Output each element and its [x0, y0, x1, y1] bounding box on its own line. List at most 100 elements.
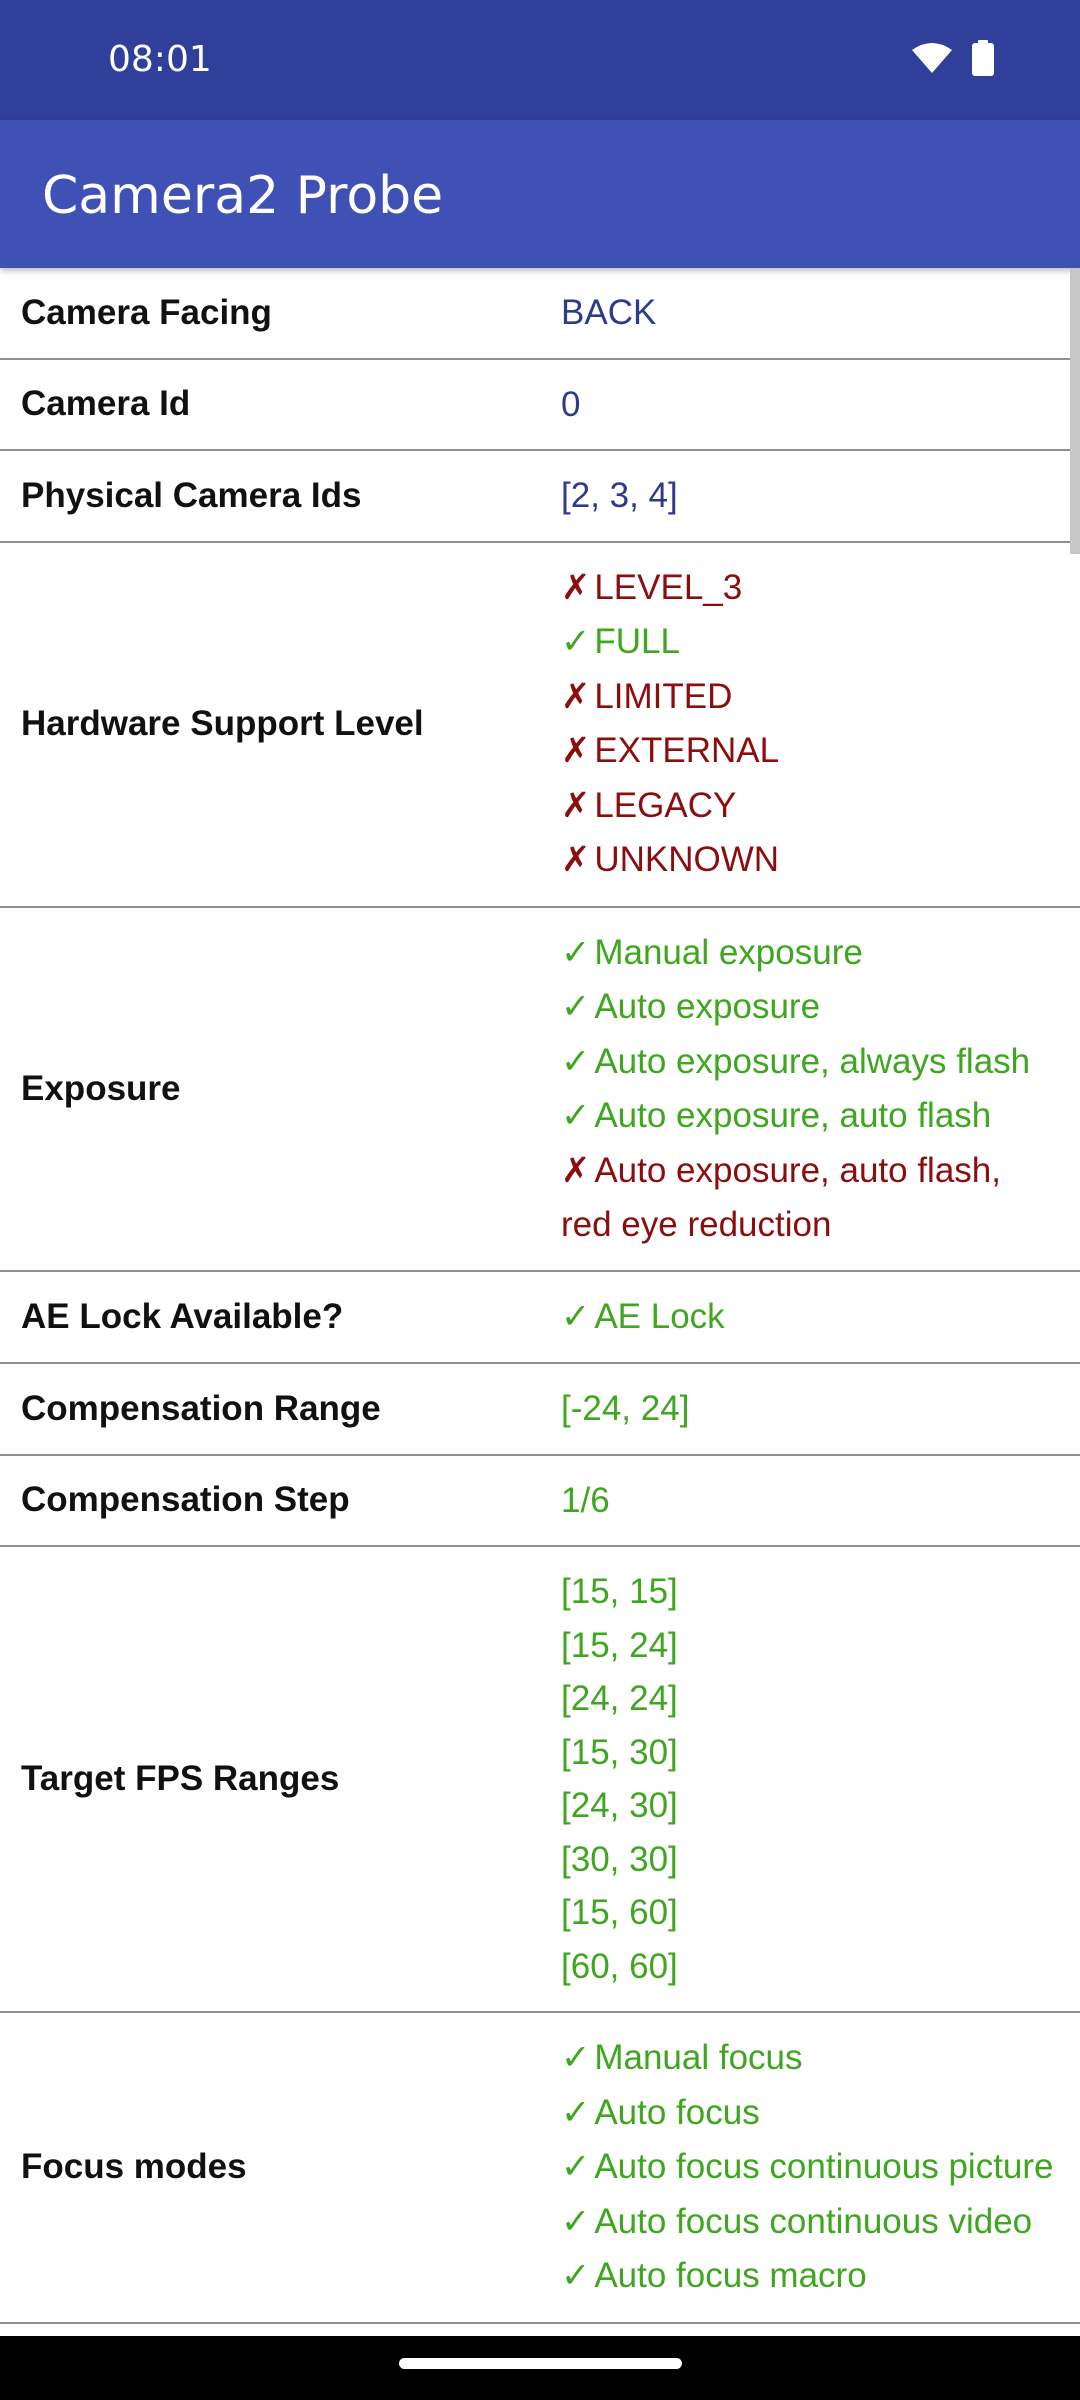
property-value-text: EXTERNAL	[594, 731, 780, 770]
property-label: Target FPS Ranges	[21, 1759, 340, 1798]
check-icon: ✓	[561, 2092, 591, 2133]
property-value-item: ✓ Auto exposure	[561, 980, 1060, 1035]
property-value-text: AE Lock	[594, 1296, 725, 1336]
property-value-item: ✓ Auto focus macro	[561, 2249, 1060, 2304]
property-value: [15, 15] [15, 24] [24, 24] [15, 30] [24, 30]…	[540, 1547, 1080, 2011]
property-value-item: ✗ LEGACY	[561, 779, 1060, 834]
property-value-text: Manual focus	[594, 2038, 803, 2077]
cross-icon: ✗	[561, 676, 591, 717]
property-row: AE Lock Available? ✓ AE Lock	[0, 1272, 1080, 1364]
property-label: Physical Camera Ids	[21, 475, 362, 515]
check-icon: ✓	[561, 1096, 591, 1136]
property-value-item: ✓ FULL	[561, 615, 1060, 670]
property-value-text: [-24, 24]	[561, 1389, 690, 1428]
cross-icon: ✗	[561, 840, 591, 880]
property-value-item: [30, 30]	[561, 1833, 1060, 1887]
property-value-text: [24, 30]	[561, 1786, 678, 1825]
property-value-text: FULL	[594, 622, 680, 661]
property-value-text: UNKNOWN	[594, 840, 780, 879]
property-row: Camera Facing BACK	[0, 268, 1080, 360]
property-value-text: 0	[561, 384, 581, 424]
property-label: AE Lock Available?	[21, 1296, 344, 1336]
property-value: ✓ AE Lock	[540, 1272, 1080, 1363]
property-value-item: [15, 60]	[561, 1886, 1060, 1940]
property-row: Target FPS Ranges [15, 15] [15, 24] [24, 24…	[0, 1547, 1080, 2013]
property-value-text: [30, 30]	[561, 1839, 678, 1879]
property-row: Camera Id 0	[0, 360, 1080, 451]
property-value: 0	[540, 360, 1080, 450]
check-icon: ✓	[561, 987, 591, 1027]
property-value-text: Auto focus	[594, 2092, 760, 2132]
property-value: ✗ LEVEL_3 ✓ FULL ✗ LIMITED ✗ EXTERNAL ✗ LEGACY ✗ UN…	[540, 543, 1080, 906]
property-value-text: BACK	[561, 293, 657, 332]
property-row: Exposure ✓ Manual exposure ✓ Auto exposure ✓ A…	[0, 908, 1080, 1272]
property-value-item: [60, 60]	[561, 1940, 1060, 1994]
property-row: Focus modes ✓ Manual focus ✓ Auto focus ✓ Auto…	[0, 2013, 1080, 2324]
cross-icon: ✗	[561, 567, 591, 608]
property-value-text: 1/6	[561, 1480, 610, 1520]
property-row: Physical Camera Ids [2, 3, 4]	[0, 451, 1080, 543]
status-bar: 08:01	[0, 0, 1080, 120]
property-value-text: LIMITED	[594, 676, 733, 716]
status-icons	[912, 40, 994, 81]
app-title: Camera2 Probe	[42, 166, 444, 226]
property-value-item: [-24, 24]	[561, 1382, 1060, 1436]
check-icon: ✓	[561, 1296, 591, 1337]
property-value-text: [15, 60]	[561, 1893, 678, 1932]
property-value-item: ✓ Auto exposure, always flash	[561, 1035, 1060, 1090]
property-value-text: Auto exposure, auto flash, red eye reduc…	[561, 1150, 1001, 1245]
property-value-item: [15, 15]	[561, 1565, 1060, 1619]
property-value: ✓ Manual focus ✓ Auto focus ✓ Auto focus cont…	[540, 2013, 1080, 2322]
property-value-text: Manual exposure	[594, 932, 863, 972]
property-value-text: LEVEL_3	[594, 567, 743, 607]
cross-icon: ✗	[561, 785, 591, 826]
property-value-text: Auto exposure, always flash	[594, 1041, 1031, 1081]
property-value-item: ✓ AE Lock	[561, 1290, 1060, 1345]
scrollbar[interactable]	[1070, 268, 1080, 554]
camera-properties-list[interactable]: Camera Facing BACK Camera Id 0 Physical Came…	[0, 268, 1080, 2336]
check-icon: ✓	[561, 932, 591, 973]
property-value-item: 0	[561, 378, 1060, 432]
property-value-text: [60, 60]	[561, 1946, 678, 1986]
property-value-item: ✗ Auto exposure, auto flash, red eye redu…	[561, 1144, 1060, 1252]
property-value-item: ✗ LIMITED	[561, 670, 1060, 725]
property-value-item: BACK	[561, 286, 1060, 340]
property-value: [2, 3, 4]	[540, 451, 1080, 541]
property-value-text: [2, 3, 4]	[561, 476, 678, 515]
property-value-text: Auto focus continuous picture	[594, 2147, 1054, 2186]
property-label: Camera Facing	[21, 292, 272, 332]
property-row: Compensation Step 1/6	[0, 1456, 1080, 1547]
property-value-item: ✗ EXTERNAL	[561, 724, 1060, 779]
check-icon: ✓	[561, 2256, 591, 2296]
check-icon: ✓	[561, 2201, 591, 2242]
battery-icon	[972, 40, 994, 81]
property-value-item: ✗ LEVEL_3	[561, 561, 1060, 616]
navigation-bar	[0, 2336, 1080, 2400]
property-value-item: [24, 30]	[561, 1779, 1060, 1833]
check-icon: ✓	[561, 2147, 591, 2187]
property-row: Hardware Support Level ✗ LEVEL_3 ✓ FULL ✗ LIMI…	[0, 543, 1080, 908]
property-label: Compensation Range	[21, 1388, 381, 1428]
property-value-text: Auto exposure	[594, 987, 821, 1026]
cross-icon: ✗	[561, 1150, 591, 1191]
property-value-text: Auto exposure, auto flash	[594, 1096, 992, 1135]
property-value-item: [15, 24]	[561, 1619, 1060, 1673]
home-gesture-handle[interactable]	[399, 2358, 682, 2369]
property-value-item: ✓ Auto exposure, auto flash	[561, 1089, 1060, 1144]
property-value-text: Auto focus continuous video	[594, 2201, 1033, 2241]
property-label: Hardware Support Level	[21, 704, 424, 743]
property-value-text: [15, 24]	[561, 1625, 678, 1665]
check-icon: ✓	[561, 1041, 591, 1082]
property-label: Exposure	[21, 1068, 181, 1108]
cross-icon: ✗	[561, 731, 591, 771]
status-time: 08:01	[108, 39, 212, 80]
property-value-item: ✓ Auto focus continuous picture	[561, 2140, 1060, 2195]
property-value-item: [24, 24]	[561, 1672, 1060, 1726]
check-icon: ✓	[561, 2038, 591, 2078]
property-label: Compensation Step	[21, 1480, 350, 1520]
property-value-item: [15, 30]	[561, 1726, 1060, 1780]
property-value: ✓ Manual exposure ✓ Auto exposure ✓ Auto expo…	[540, 908, 1080, 1270]
property-value: BACK	[540, 268, 1080, 358]
check-icon: ✓	[561, 622, 591, 662]
property-value: [-24, 24]	[540, 1364, 1080, 1454]
